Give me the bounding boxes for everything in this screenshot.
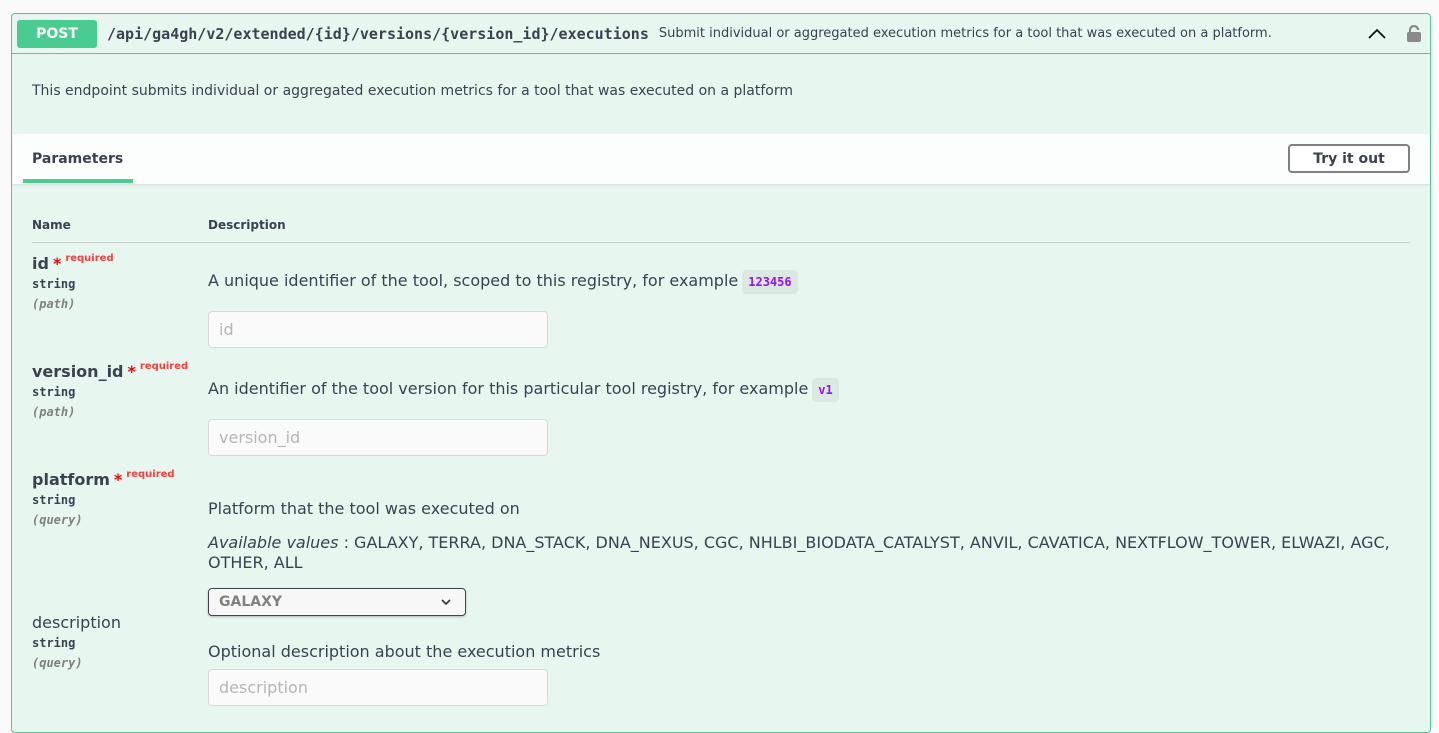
try-it-out-button[interactable]: Try it out bbox=[1288, 144, 1410, 173]
example-value: 123456 bbox=[742, 270, 798, 294]
example-value: v1 bbox=[812, 378, 839, 402]
param-name: id * required bbox=[32, 253, 114, 273]
chevron-up-icon[interactable] bbox=[1368, 26, 1386, 40]
operation-path: /api/ga4gh/v2/extended/{id}/versions/{ve… bbox=[107, 24, 649, 43]
version-id-input[interactable] bbox=[208, 419, 548, 456]
column-name: Name bbox=[32, 218, 71, 232]
param-description: An identifier of the tool version for th… bbox=[208, 378, 1408, 402]
param-description: A unique identifier of the tool, scoped … bbox=[208, 270, 1408, 294]
param-in: (query) bbox=[32, 656, 83, 670]
chevron-down-icon bbox=[441, 599, 451, 606]
tab-parameters[interactable]: Parameters bbox=[23, 134, 133, 183]
description-input[interactable] bbox=[208, 669, 548, 706]
column-description: Description bbox=[208, 218, 286, 232]
id-input[interactable] bbox=[208, 311, 548, 348]
param-in: (path) bbox=[32, 297, 76, 311]
param-name: platform * required bbox=[32, 469, 175, 489]
param-type: string bbox=[32, 277, 76, 291]
param-description: Optional description about the execution… bbox=[208, 642, 601, 661]
parameters-table-header: Name Description bbox=[32, 216, 1410, 243]
param-name: description bbox=[32, 613, 121, 632]
operation-description: This endpoint submits individual or aggr… bbox=[32, 83, 793, 99]
operation-block: POST /api/ga4gh/v2/extended/{id}/version… bbox=[11, 13, 1431, 733]
operation-summary-text: Submit individual or aggregated executio… bbox=[658, 26, 1272, 41]
param-type: string bbox=[32, 385, 76, 399]
param-description: Platform that the tool was executed on bbox=[208, 499, 520, 518]
param-type: string bbox=[32, 636, 76, 650]
param-type: string bbox=[32, 493, 76, 507]
method-badge: POST bbox=[17, 19, 97, 48]
param-in: (query) bbox=[32, 513, 83, 527]
parameters-header: Parameters Try it out bbox=[12, 134, 1430, 184]
available-values: Available values : GALAXY, TERRA, DNA_ST… bbox=[208, 533, 1390, 572]
operation-summary[interactable]: POST /api/ga4gh/v2/extended/{id}/version… bbox=[12, 14, 1430, 54]
param-name: version_id * required bbox=[32, 361, 189, 381]
lock-icon[interactable] bbox=[1406, 23, 1422, 43]
platform-select[interactable]: GALAXY bbox=[208, 588, 466, 616]
param-in: (path) bbox=[32, 405, 76, 419]
